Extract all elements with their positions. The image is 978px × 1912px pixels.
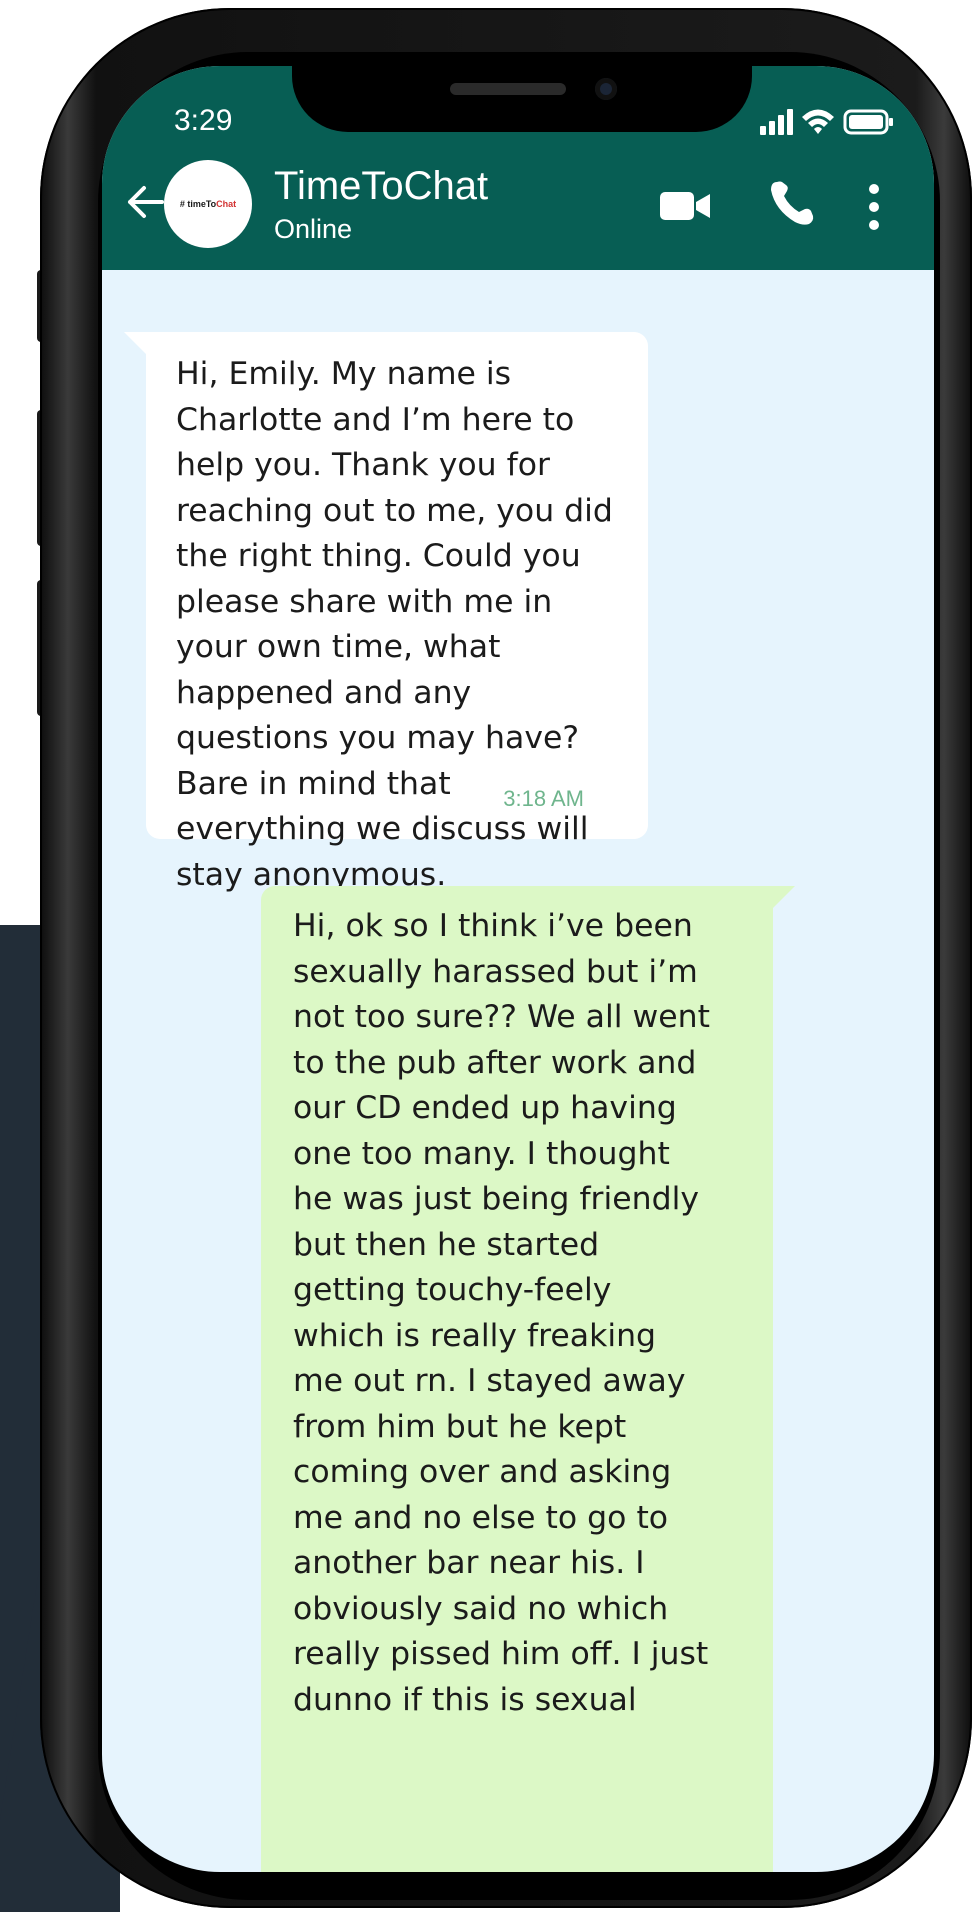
- message-line: me and no else to go to: [293, 1499, 669, 1536]
- status-icons: [760, 109, 893, 135]
- chat-header: 3:29 # timeToChat TimeToChat Online: [102, 66, 934, 270]
- outgoing-message[interactable]: Hi, ok so I think i’ve been sexually har…: [261, 886, 795, 1872]
- message-line: please share with me in: [176, 583, 553, 620]
- back-arrow-icon[interactable]: [122, 180, 166, 224]
- message-line: from him but he kept: [293, 1408, 627, 1445]
- message-line: reaching out to me, you did: [176, 492, 613, 529]
- front-camera: [595, 78, 617, 100]
- message-line: help you. Thank you for: [176, 447, 550, 483]
- message-line: happened and any: [176, 674, 472, 711]
- wifi-icon: [802, 109, 834, 134]
- message-timestamp: 3:18 AM: [503, 785, 584, 811]
- earpiece-speaker: [450, 83, 566, 95]
- status-time: 3:29: [174, 104, 233, 137]
- message-line: dunno if this is sexual: [293, 1681, 637, 1718]
- message-line: not too sure?? We all went: [293, 999, 710, 1035]
- phone-notch: [292, 66, 752, 132]
- avatar[interactable]: # timeToChat: [164, 160, 252, 248]
- message-line: getting touchy-feely: [293, 1272, 612, 1308]
- contact-name[interactable]: TimeToChat: [274, 164, 488, 209]
- message-line: Hi, ok so I think i’ve been: [293, 908, 693, 944]
- message-line: the right thing. Could you: [176, 538, 581, 574]
- message-line: your own time, what: [176, 629, 501, 665]
- battery-icon: [843, 109, 893, 135]
- chat-screen: 3:29 # timeToChat TimeToChat Online Hi, …: [102, 66, 934, 1872]
- message-line: questions you may have?: [176, 720, 580, 756]
- video-call-icon[interactable]: [658, 186, 714, 226]
- incoming-message[interactable]: Hi, Emily. My name is Charlotte and I’m …: [124, 332, 648, 893]
- contact-status: Online: [274, 214, 353, 244]
- message-line: me out rn. I stayed away: [293, 1363, 686, 1399]
- message-line: our CD ended up having: [293, 1090, 677, 1126]
- message-line: to the pub after work and: [293, 1044, 697, 1081]
- message-line: coming over and asking: [293, 1454, 672, 1490]
- phone-call-icon[interactable]: [767, 178, 819, 230]
- message-line: obviously said no which: [293, 1590, 669, 1627]
- avatar-logo: # timeToChat: [179, 199, 237, 209]
- message-line: sexually harassed but i’m: [293, 953, 698, 990]
- signal-icon: [760, 109, 793, 135]
- message-line: Hi, Emily. My name is: [176, 356, 512, 392]
- more-options-icon[interactable]: [866, 182, 882, 232]
- message-line: but then he started: [293, 1226, 600, 1263]
- message-line: one too many. I thought: [293, 1135, 670, 1172]
- message-line: Charlotte and I’m here to: [176, 401, 575, 438]
- message-line: another bar near his. I: [293, 1545, 645, 1581]
- message-line: really pissed him off. I just: [293, 1636, 709, 1672]
- message-line: which is really freaking: [293, 1317, 657, 1354]
- message-line: he was just being friendly: [293, 1181, 699, 1217]
